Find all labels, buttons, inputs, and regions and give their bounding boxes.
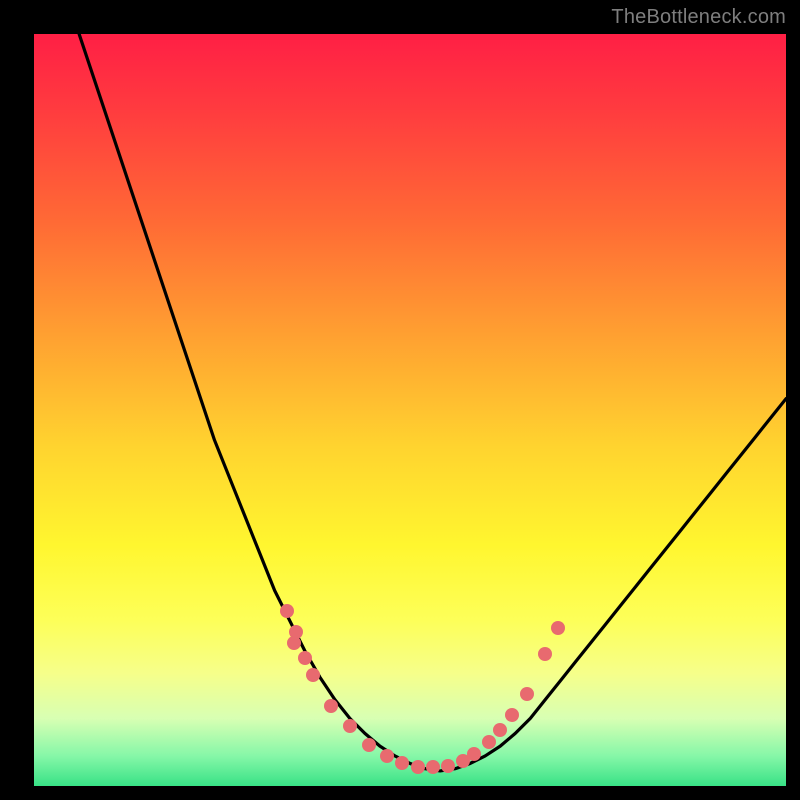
data-point (411, 760, 425, 774)
data-point (520, 687, 534, 701)
data-point (280, 604, 294, 618)
chart-frame: TheBottleneck.com (0, 0, 800, 800)
dots-layer (34, 34, 786, 786)
data-point (287, 636, 301, 650)
data-point (343, 719, 357, 733)
data-point (380, 749, 394, 763)
data-point (298, 651, 312, 665)
data-point (306, 668, 320, 682)
data-point (493, 723, 507, 737)
data-point (505, 708, 519, 722)
data-point (426, 760, 440, 774)
plot-area (34, 34, 786, 786)
data-point (362, 738, 376, 752)
data-point (538, 647, 552, 661)
data-point (482, 735, 496, 749)
watermark-text: TheBottleneck.com (611, 6, 786, 29)
data-point (441, 759, 455, 773)
data-point (467, 747, 481, 761)
data-point (551, 621, 565, 635)
data-point (395, 756, 409, 770)
data-point (324, 699, 338, 713)
